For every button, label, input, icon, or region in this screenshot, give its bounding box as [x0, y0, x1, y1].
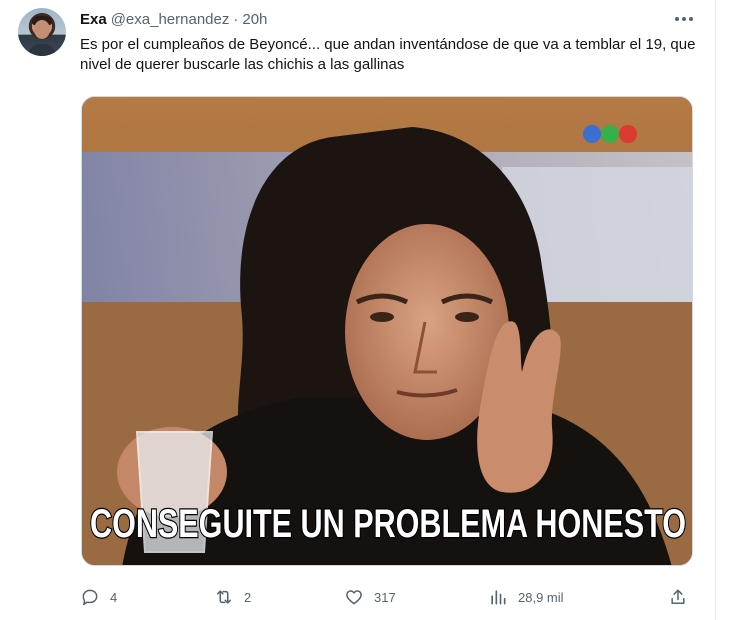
views-button[interactable]: 28,9 mil	[488, 583, 564, 611]
author-name[interactable]: Exa	[80, 11, 107, 28]
retweet-button[interactable]: 2	[214, 583, 251, 611]
reply-count: 4	[110, 589, 118, 605]
avatar-face	[34, 20, 50, 39]
meme-image: CONSEGUITE UN PROBLEMA HONESTO	[82, 97, 692, 565]
retweet-count: 2	[244, 589, 252, 605]
tweet-media[interactable]: CONSEGUITE UN PROBLEMA HONESTO	[81, 96, 693, 566]
avatar-shirt	[28, 44, 56, 56]
author-handle[interactable]: @exa_hernandez	[111, 11, 230, 28]
tweet-actions: 4 2 317 28,9 mil	[80, 583, 700, 611]
more-button[interactable]	[672, 8, 696, 30]
tweet-text: Es por el cumpleaños de Beyoncé... que a…	[80, 36, 696, 73]
reply-icon	[82, 589, 98, 606]
tweet-timestamp[interactable]: 20h	[242, 11, 267, 28]
avatar[interactable]	[18, 8, 66, 56]
meme-caption: CONSEGUITE UN PROBLEMA HONESTO	[90, 502, 686, 546]
reply-button[interactable]: 4	[80, 583, 117, 611]
tv-logo-icon	[583, 125, 637, 143]
heart-icon	[346, 590, 362, 605]
share-icon	[671, 589, 685, 604]
more-icon-dot	[682, 17, 686, 21]
like-button[interactable]: 317	[344, 583, 396, 611]
share-button[interactable]	[668, 583, 688, 611]
more-icon-dot	[689, 17, 693, 21]
tweet-header: Exa @exa_hernandez · 20h	[80, 9, 267, 29]
view-count: 28,9 mil	[518, 589, 564, 605]
header-separator: ·	[233, 10, 239, 28]
more-icon	[675, 17, 679, 21]
tweet-card[interactable]: Exa @exa_hernandez · 20h Es por el cumpl…	[0, 0, 716, 620]
retweet-icon	[217, 590, 231, 604]
views-icon	[491, 590, 506, 605]
like-count: 317	[374, 589, 396, 605]
